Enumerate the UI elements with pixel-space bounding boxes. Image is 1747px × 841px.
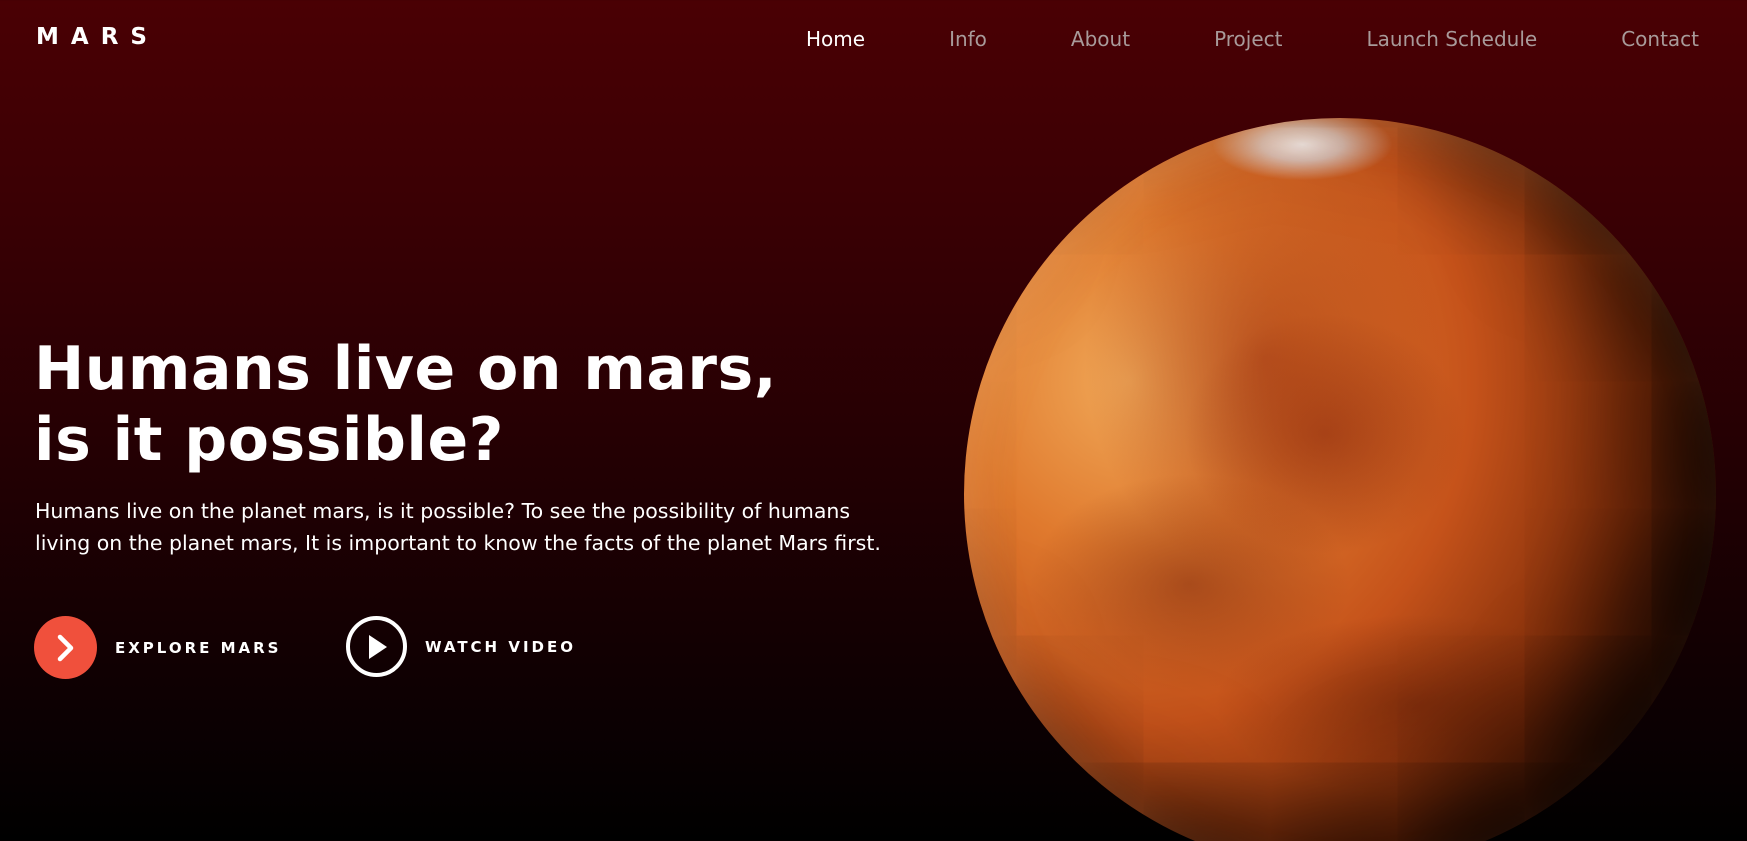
nav-item-contact[interactable]: Contact: [1621, 26, 1699, 52]
hero-description: Humans live on the planet mars, is it po…: [35, 499, 881, 555]
hero-title-line-1: Humans live on mars,: [34, 334, 778, 404]
nav-item-home[interactable]: Home: [806, 26, 865, 52]
play-icon: [346, 616, 407, 677]
nav-item-about[interactable]: About: [1071, 26, 1130, 52]
nav-item-project[interactable]: Project: [1214, 26, 1282, 52]
hero-title: Humans live on mars, is it possible?: [34, 334, 914, 476]
hero-title-line-2: is it possible?: [34, 405, 504, 475]
nav-item-launch-schedule[interactable]: Launch Schedule: [1367, 26, 1538, 52]
mars-planet: [964, 118, 1716, 841]
watch-video-label: WATCH VIDEO: [425, 637, 576, 656]
chevron-right-icon: [34, 616, 97, 679]
explore-mars-label: EXPLORE MARS: [115, 638, 282, 657]
watch-video-button[interactable]: WATCH VIDEO: [346, 616, 576, 677]
mars-planet-image: [964, 118, 1716, 841]
explore-mars-button[interactable]: EXPLORE MARS: [34, 616, 282, 679]
brand-logo[interactable]: MARS: [36, 24, 159, 50]
main-nav: Home Info About Project Launch Schedule …: [806, 26, 1699, 52]
nav-item-info[interactable]: Info: [949, 26, 987, 52]
